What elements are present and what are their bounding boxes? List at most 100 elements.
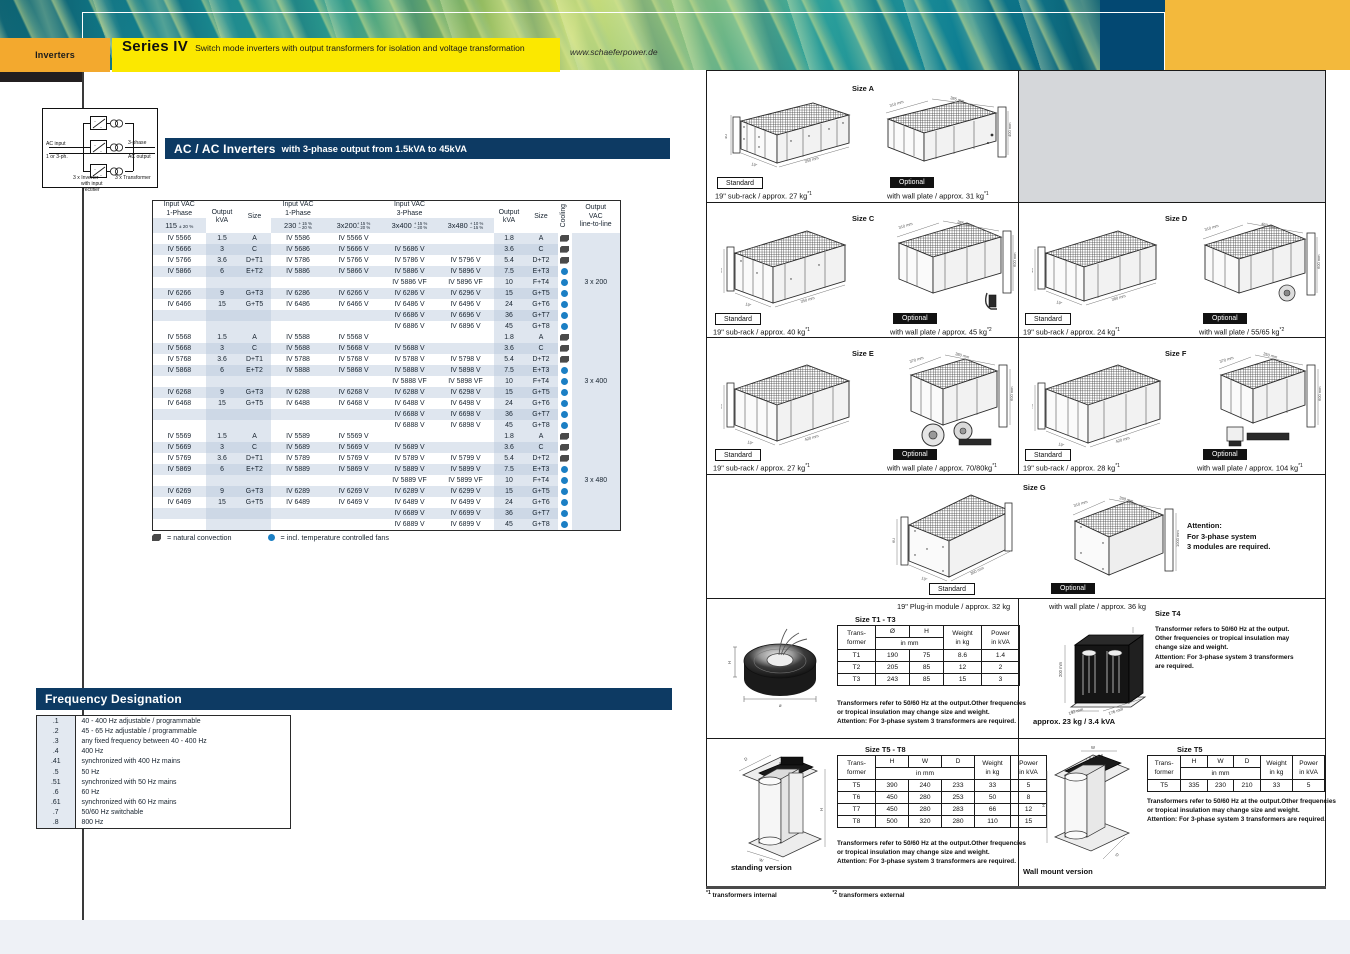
t1t3-th-power-a: Power <box>991 629 1010 637</box>
table-row: IV 6886 V IV 6896 V 45 G+T8 <box>153 321 621 332</box>
table-cell: 230 <box>1206 779 1235 792</box>
table-cell: IV 6498 V <box>450 400 481 407</box>
fan-dot <box>561 267 568 275</box>
frequency-row: .1 40 - 400 Hz adjustable / programmable <box>37 716 290 727</box>
t5wall-th-h: H <box>1180 755 1208 768</box>
table-cell: D+T1 <box>238 255 271 266</box>
table-cell: IV 6289 V <box>381 486 438 497</box>
table-cell: IV 5869 <box>152 464 206 475</box>
svg-text:600 mm: 600 mm <box>1317 386 1322 401</box>
table-cell: IV 5899 VF <box>448 477 483 484</box>
table-cell: 320 <box>908 815 942 828</box>
size-e-optional-caption: with wall plate / approx. 70/80kg*1 <box>887 463 997 472</box>
convection-glyph <box>560 355 569 363</box>
fan-cooling-icon <box>558 398 572 409</box>
size-a-title: Size A <box>852 84 874 93</box>
table-row: IV 6466 15 G+T5 IV 6486 IV 6466 V IV 6486 V IV… <box>153 299 621 310</box>
table-cell: 1.8 <box>493 332 525 343</box>
svg-text:H: H <box>727 661 732 664</box>
th-size-1: Size <box>238 200 271 233</box>
svg-text:4U: 4U <box>1032 268 1034 273</box>
table-cell <box>238 321 271 332</box>
header-series-banner: Series IV Switch mode inverters with out… <box>112 38 560 72</box>
table-row: T3 243 85 15 3 <box>837 673 1020 686</box>
fan-cooling-icon <box>558 475 572 486</box>
size-c-opt-sup: *2 <box>986 327 992 333</box>
svg-text:ø: ø <box>779 703 782 708</box>
table-row: IV 5866 6 E+T2 IV 5886 IV 5866 V IV 5886 V IV … <box>152 266 621 277</box>
panel-divider-h1 <box>707 202 1325 204</box>
table-cell: C <box>238 442 271 453</box>
bd-wire-o3 <box>125 171 133 172</box>
t5t8-th-w: W <box>908 755 942 768</box>
table-cell: IV 5569 V <box>338 433 369 440</box>
size-f-optional-caption: with wall plate / approx. 104 kg*1 <box>1197 463 1303 472</box>
fan-dot <box>561 289 568 297</box>
size-a-std-sup: *1 <box>807 191 812 197</box>
table-row: IV 5666 3 C IV 5686 IV 5666 V IV 5686 V 3.6 C <box>152 244 621 255</box>
fan-dot <box>561 476 568 484</box>
t5wall-th-power-b: in kVA <box>1299 768 1318 776</box>
t5wall-th-weight-a: Weight <box>1266 759 1287 767</box>
t4-note-1: Transformer refers to 50/60 Hz at the ou… <box>1155 626 1290 633</box>
table-cell: 85 <box>909 661 944 674</box>
fan-dot <box>561 311 568 319</box>
table-cell: 9 <box>205 288 239 299</box>
table-cell <box>271 277 326 288</box>
table-cell: IV 5669 <box>152 442 206 453</box>
table-cell: IV 6289 <box>270 486 326 497</box>
svg-text:19": 19" <box>921 575 929 582</box>
table-cell: IV 6268 <box>152 387 206 398</box>
t5wall-drawing: H W D <box>1029 741 1149 867</box>
table-cell: IV 6296 V <box>437 288 494 299</box>
size-d-standard-drawing: 4U 19" 380 mm <box>1029 223 1167 315</box>
frequency-description: 40 - 400 Hz adjustable / programmable <box>81 717 201 725</box>
size-f-std-text: 19" sub-rack / approx. 28 kg <box>1023 463 1116 473</box>
natural-convection-icon <box>558 431 572 442</box>
table-cell <box>238 508 271 519</box>
svg-text:176 mm: 176 mm <box>1108 706 1124 716</box>
output-vac-value: 3 x 480 <box>571 431 621 531</box>
table-cell <box>238 475 271 486</box>
th-size-2: Size <box>524 200 558 233</box>
table-cell: G+T7 <box>524 310 558 321</box>
inverter-symbol-1: ~ – <box>92 118 106 129</box>
table-cell: IV 5766 <box>167 257 192 264</box>
table-cell <box>326 277 382 288</box>
t5wall-th-d: D <box>1233 755 1261 768</box>
table-cell <box>382 431 438 442</box>
fan-dot <box>561 388 568 396</box>
table-cell: IV 6299 V <box>437 486 494 497</box>
table-cell: IV 5899 V <box>437 464 494 475</box>
t5t8-th-weight-b: in kg <box>985 768 1000 776</box>
size-a-standard-svg: 4U 19" 350 mm <box>723 102 851 168</box>
table-cell: 3 <box>205 244 239 255</box>
table-cell: 6 <box>205 464 239 475</box>
table-cell: 5 <box>1292 779 1325 792</box>
frequency-row: .4 400 Hz <box>37 746 290 757</box>
size-g-optional-tag: Optional <box>1051 583 1095 595</box>
table-cell <box>438 233 494 244</box>
t1t3-th-former-a: Trans- <box>847 629 866 637</box>
fan-cooling-icon <box>558 288 572 299</box>
table-cell: C <box>524 343 558 354</box>
table-cell: 253 <box>941 791 975 804</box>
frequency-description: synchronized with 50 Hz mains <box>81 778 177 786</box>
table-row: IV 5868 6 E+T2 IV 5888 IV 5868 V IV 5888 V IV … <box>152 365 621 376</box>
t5wall-note-1: Transformers refer to 50/60 Hz at the ou… <box>1147 798 1336 805</box>
table-cell: G+T8 <box>524 420 558 431</box>
header-series-subtitle: Switch mode inverters with output transf… <box>195 43 525 53</box>
size-d-opt-text: with wall plate / 55/65 kg <box>1199 327 1280 337</box>
fan-cooling-icon <box>267 534 275 541</box>
table-cell: 5.4 <box>493 255 525 266</box>
frequency-row: .8 800 Hz <box>37 817 290 829</box>
natural-convection-icon <box>558 442 572 453</box>
table-cell: IV 5686 <box>270 244 326 255</box>
table-cell: IV 5689 <box>270 442 326 453</box>
t4-title: Size T4 <box>1155 609 1181 618</box>
table-cell: IV 5568 V <box>338 334 369 341</box>
th-input-vac-3ph: Input VAC 3-Phase <box>325 200 494 218</box>
acac-subtitle: with 3-phase output from 1.5kVA to 45kVA <box>281 143 467 154</box>
panel-bottom-rule <box>706 886 1326 889</box>
table-row: IV 6889 V IV 6899 V 45 G+T8 <box>153 519 621 531</box>
